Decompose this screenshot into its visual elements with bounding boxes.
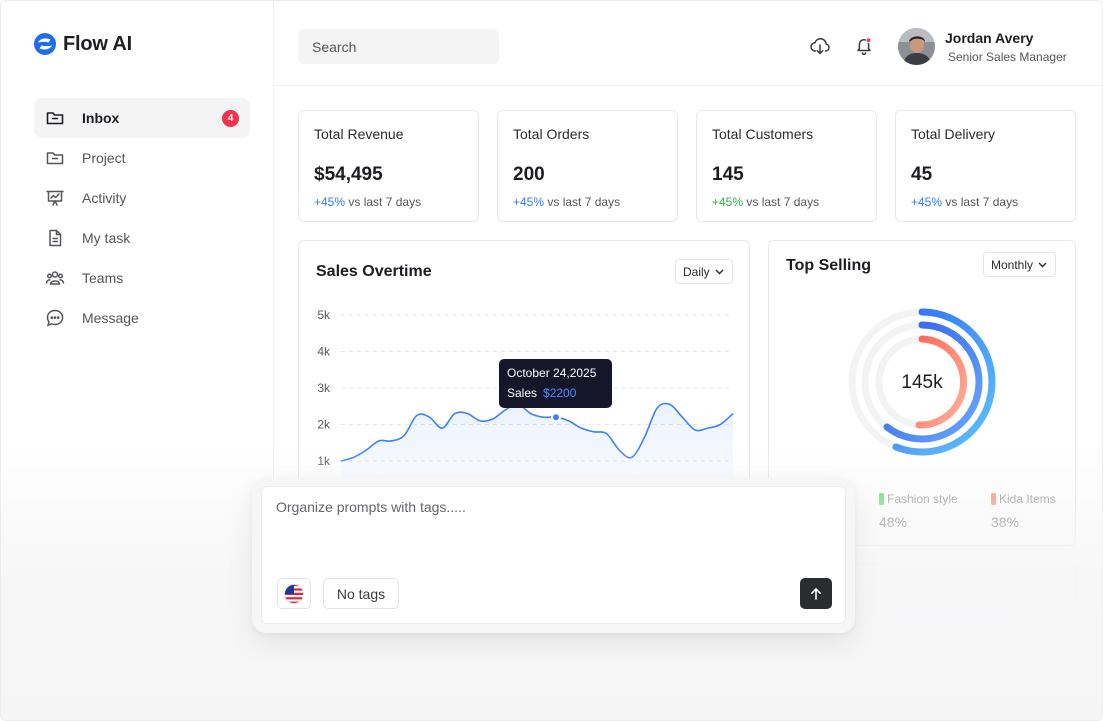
legend-percent: 48% (879, 514, 908, 530)
stat-title: Total Delivery (911, 126, 996, 142)
stat-delta-percent: +45% (314, 195, 346, 209)
y-tick-label: 1k (317, 454, 331, 468)
unread-count-badge: 4 (222, 109, 239, 127)
sidebar-item-label: Inbox (82, 110, 120, 126)
stat-value: $54,495 (314, 164, 383, 185)
stat-delta-percent: +45% (513, 195, 545, 209)
y-tick-label: 4k (317, 345, 331, 359)
sidebar-item-message[interactable]: Message (34, 298, 250, 338)
stat-card-delivery: Total Delivery 45 +45% vs last 7 days (895, 110, 1076, 222)
tooltip-label: Sales (507, 386, 538, 400)
legend-swatch (879, 493, 884, 505)
inbox-folder-icon (45, 108, 65, 128)
user-profile[interactable]: Jordan Avery Senior Sales Manager (898, 28, 1067, 65)
sidebar-item-activity[interactable]: Activity (34, 178, 250, 218)
stat-title: Total Revenue (314, 126, 404, 142)
arrow-up-icon (811, 587, 821, 600)
sidebar-nav: Inbox 4 Project Activity My task Teams M… (34, 98, 250, 338)
users-icon (45, 268, 65, 288)
legend-kida-items: Kida Items (991, 492, 1056, 506)
send-button[interactable] (800, 578, 832, 609)
bell-icon[interactable] (853, 35, 875, 57)
user-name: Jordan Avery (945, 29, 1034, 46)
radial-chart: 145k (848, 308, 996, 456)
flow-logo-icon (34, 33, 56, 55)
legend-fashion-style: Fashion style (879, 492, 958, 506)
background-card (841, 564, 1076, 604)
language-button[interactable] (277, 578, 311, 609)
prompt-input[interactable] (276, 499, 816, 539)
chat-bubble-icon (45, 308, 65, 328)
avatar[interactable] (898, 28, 935, 65)
folder-icon (45, 148, 65, 168)
sidebar-item-label: My task (82, 230, 131, 246)
tags-button[interactable]: No tags (323, 578, 399, 609)
prompt-composer: No tags (252, 478, 855, 633)
us-flag-icon (284, 583, 304, 604)
presentation-chart-icon (45, 188, 65, 208)
sidebar-item-teams[interactable]: Teams (34, 258, 250, 298)
stat-title: Total Customers (712, 126, 814, 142)
document-icon (45, 228, 65, 248)
sidebar-item-project[interactable]: Project (34, 138, 250, 178)
stat-delta: +45% vs last 7 days (314, 195, 421, 209)
tooltip-value: $2200 (543, 386, 577, 400)
top-header: Jordan Avery Senior Sales Manager (274, 1, 1102, 86)
sidebar-item-label: Message (82, 310, 139, 326)
stat-value: 200 (513, 164, 545, 185)
sidebar: Flow AI Inbox 4 Project Activity My task… (1, 1, 274, 720)
stat-delta: +45% vs last 7 days (513, 195, 620, 209)
sidebar-item-label: Project (82, 150, 126, 166)
y-tick-label: 2k (317, 418, 331, 432)
stat-title: Total Orders (513, 126, 590, 142)
legend-label: Kida Items (999, 492, 1056, 506)
stat-delta-text: vs last 7 days (945, 195, 1019, 209)
prompt-composer-inner: No tags (261, 486, 846, 624)
stat-card-customers: Total Customers 145 +45% vs last 7 days (696, 110, 877, 222)
logo[interactable]: Flow AI (33, 32, 132, 56)
stat-delta-text: vs last 7 days (547, 195, 621, 209)
legend-percent: 38% (991, 514, 1020, 530)
y-tick-label: 3k (317, 381, 331, 395)
stat-value: 45 (911, 164, 933, 185)
sidebar-item-my-task[interactable]: My task (34, 218, 250, 258)
stat-value: 145 (712, 164, 744, 185)
stat-card-orders: Total Orders 200 +45% vs last 7 days (497, 110, 678, 222)
user-role: Senior Sales Manager (948, 49, 1067, 64)
stat-delta-percent: +45% (712, 195, 744, 209)
stat-delta: +45% vs last 7 days (712, 195, 819, 209)
chart-tooltip: October 24,2025 Sales $2200 (499, 359, 612, 408)
stat-delta: +45% vs last 7 days (911, 195, 1018, 209)
sidebar-item-label: Teams (82, 270, 124, 286)
sidebar-item-label: Activity (82, 190, 127, 206)
sales-overtime-card: Sales Overtime Daily 1k 2k 3k 4k 5k October … (298, 240, 750, 501)
stat-delta-text: vs last 7 days (348, 195, 422, 209)
highlight-point[interactable] (550, 412, 561, 423)
tooltip-date: October 24,2025 (507, 366, 597, 380)
app-name: Flow AI (63, 32, 132, 55)
stat-card-revenue: Total Revenue $54,495 +45% vs last 7 day… (298, 110, 479, 222)
stat-delta-percent: +45% (911, 195, 943, 209)
search-box[interactable] (298, 29, 499, 64)
search-input[interactable] (312, 38, 493, 55)
radial-center-value: 145k (901, 372, 943, 393)
sidebar-item-inbox[interactable]: Inbox 4 (34, 98, 250, 138)
legend-label: Fashion style (887, 492, 958, 506)
y-tick-label: 5k (317, 308, 331, 322)
cloud-download-icon[interactable] (809, 35, 831, 57)
app-window: Flow AI Inbox 4 Project Activity My task… (0, 0, 1103, 721)
stat-delta-text: vs last 7 days (746, 195, 820, 209)
legend-swatch (991, 493, 996, 505)
